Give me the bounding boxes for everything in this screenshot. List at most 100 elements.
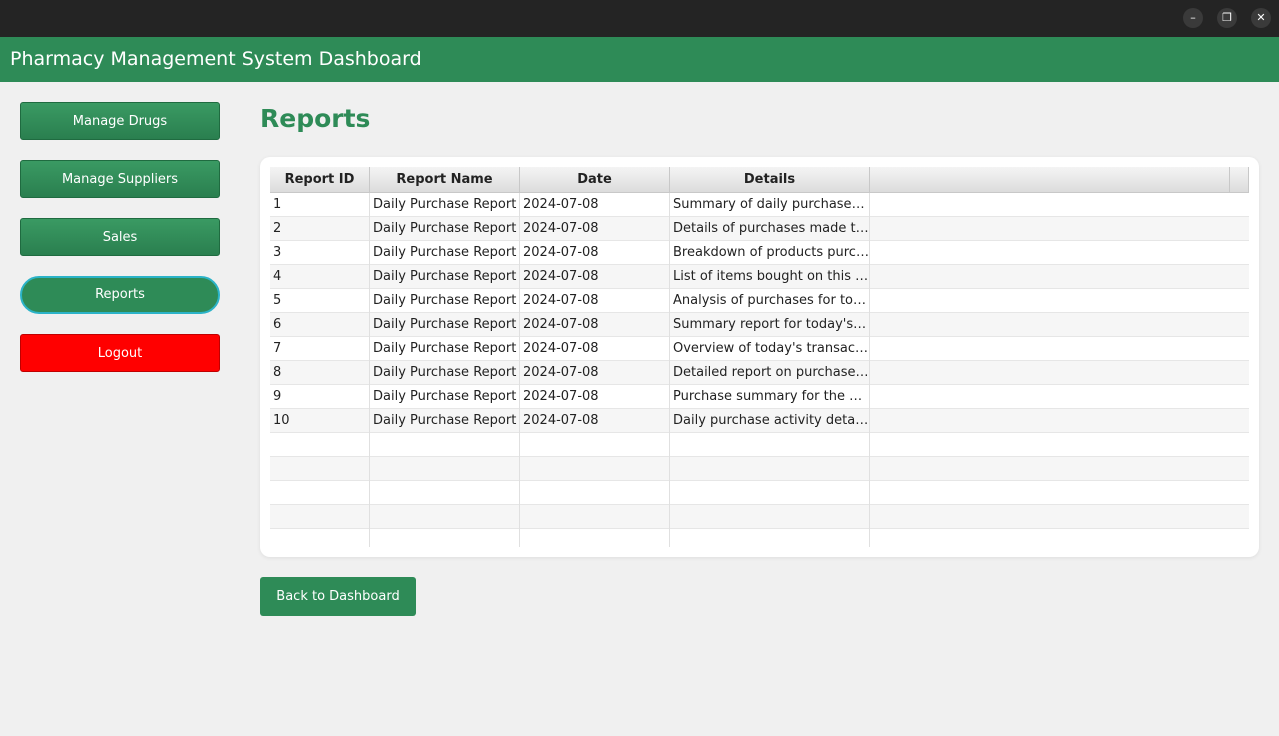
- table-cell: Details of purchases made today: [670, 217, 870, 241]
- empty-table-row: [270, 529, 1249, 547]
- column-header-report-name[interactable]: Report Name: [370, 167, 520, 193]
- window-titlebar: – ❐ ✕: [0, 0, 1279, 37]
- table-cell: 3: [270, 241, 370, 265]
- empty-table-row: [270, 433, 1249, 457]
- table-row[interactable]: 3 Daily Purchase Report 2024-07-08 Breakdow…: [270, 241, 1249, 265]
- table-cell: [520, 505, 670, 529]
- sales-button[interactable]: Sales: [20, 218, 220, 256]
- table-cell: 2024-07-08: [520, 217, 670, 241]
- table-cell-filler: [870, 313, 1230, 337]
- table-cell: Daily Purchase Report: [370, 409, 520, 433]
- table-cell: 5: [270, 289, 370, 313]
- empty-table-row: [270, 457, 1249, 481]
- table-cell: Purchase summary for the current day: [670, 385, 870, 409]
- table-cell: 4: [270, 265, 370, 289]
- table-cell-filler: [870, 265, 1230, 289]
- table-cell: 2024-07-08: [520, 361, 670, 385]
- table-cell: [370, 481, 520, 505]
- table-cell-filler: [870, 361, 1230, 385]
- table-cell-filler: [870, 241, 1230, 265]
- manage-drugs-button[interactable]: Manage Drugs: [20, 102, 220, 140]
- column-header-details[interactable]: Details: [670, 167, 870, 193]
- reports-card: Report ID Report Name Date Details 1 Dail…: [260, 157, 1259, 557]
- table-cell: Overview of today's transactions: [670, 337, 870, 361]
- table-cell: 2024-07-08: [520, 265, 670, 289]
- table-cell-filler: [870, 217, 1230, 241]
- table-cell: Daily Purchase Report: [370, 313, 520, 337]
- table-cell-filler: [870, 433, 1230, 457]
- table-cell-filler: [870, 505, 1230, 529]
- table-cell: Detailed report on purchases made: [670, 361, 870, 385]
- table-cell-filler: [870, 529, 1230, 547]
- table-cell: [670, 505, 870, 529]
- table-cell: [270, 505, 370, 529]
- table-cell: [520, 457, 670, 481]
- table-cell: [670, 433, 870, 457]
- restore-icon[interactable]: ❐: [1217, 8, 1237, 28]
- table-cell: Daily Purchase Report: [370, 193, 520, 217]
- table-cell-filler: [870, 385, 1230, 409]
- table-cell: [270, 529, 370, 547]
- table-cell: Daily Purchase Report: [370, 337, 520, 361]
- table-cell-filler: [870, 409, 1230, 433]
- column-header-date[interactable]: Date: [520, 167, 670, 193]
- table-cell: [670, 457, 870, 481]
- table-cell: [670, 481, 870, 505]
- table-cell: Daily Purchase Report: [370, 361, 520, 385]
- table-cell: 2024-07-08: [520, 241, 670, 265]
- table-row[interactable]: 1 Daily Purchase Report 2024-07-08 Summary …: [270, 193, 1249, 217]
- table-cell-filler: [870, 481, 1230, 505]
- table-cell: 2024-07-08: [520, 289, 670, 313]
- close-icon[interactable]: ✕: [1251, 8, 1271, 28]
- table-body: 1 Daily Purchase Report 2024-07-08 Summary …: [270, 193, 1249, 547]
- table-row[interactable]: 4 Daily Purchase Report 2024-07-08 List of …: [270, 265, 1249, 289]
- table-row[interactable]: 7 Daily Purchase Report 2024-07-08 Overview…: [270, 337, 1249, 361]
- table-cell: [370, 433, 520, 457]
- table-cell: 2024-07-08: [520, 409, 670, 433]
- table-cell: Daily Purchase Report: [370, 241, 520, 265]
- manage-suppliers-button[interactable]: Manage Suppliers: [20, 160, 220, 198]
- table-cell: [520, 529, 670, 547]
- table-cell: [270, 433, 370, 457]
- table-cell: [370, 505, 520, 529]
- table-cell: 7: [270, 337, 370, 361]
- table-row[interactable]: 10 Daily Purchase Report 2024-07-08 Daily p…: [270, 409, 1249, 433]
- back-to-dashboard-button[interactable]: Back to Dashboard: [260, 577, 416, 616]
- table-cell: 2024-07-08: [520, 313, 670, 337]
- table-cell: 6: [270, 313, 370, 337]
- table-cell: Daily Purchase Report: [370, 217, 520, 241]
- app-title: Pharmacy Management System Dashboard: [10, 48, 422, 70]
- table-header: Report ID Report Name Date Details: [270, 167, 1249, 193]
- table-cell: Daily Purchase Report: [370, 265, 520, 289]
- reports-button[interactable]: Reports: [20, 276, 220, 314]
- table-row[interactable]: 5 Daily Purchase Report 2024-07-08 Analysis…: [270, 289, 1249, 313]
- table-cell-filler: [870, 457, 1230, 481]
- table-row[interactable]: 9 Daily Purchase Report 2024-07-08 Purchase…: [270, 385, 1249, 409]
- column-header-corner: [1230, 167, 1249, 193]
- table-cell: Daily Purchase Report: [370, 385, 520, 409]
- logout-button[interactable]: Logout: [20, 334, 220, 372]
- table-row[interactable]: 6 Daily Purchase Report 2024-07-08 Summary …: [270, 313, 1249, 337]
- table-cell: [520, 433, 670, 457]
- empty-table-row: [270, 505, 1249, 529]
- table-cell: 2024-07-08: [520, 385, 670, 409]
- minimize-icon[interactable]: –: [1183, 8, 1203, 28]
- table-cell: [520, 481, 670, 505]
- column-header-report-id[interactable]: Report ID: [270, 167, 370, 193]
- table-cell: [270, 481, 370, 505]
- empty-table-row: [270, 481, 1249, 505]
- table-cell: Breakdown of products purchased: [670, 241, 870, 265]
- table-cell: 2024-07-08: [520, 337, 670, 361]
- table-cell: Summary of daily purchases made: [670, 193, 870, 217]
- table-row[interactable]: 8 Daily Purchase Report 2024-07-08 Detailed…: [270, 361, 1249, 385]
- table-cell: 2: [270, 217, 370, 241]
- table-row[interactable]: 2 Daily Purchase Report 2024-07-08 Details …: [270, 217, 1249, 241]
- table-cell: [270, 457, 370, 481]
- table-cell: [370, 457, 520, 481]
- column-header-filler: [870, 167, 1230, 193]
- app-header: Pharmacy Management System Dashboard: [0, 37, 1279, 82]
- table-cell: 10: [270, 409, 370, 433]
- page-title: Reports: [260, 104, 371, 133]
- table-cell: Daily Purchase Report: [370, 289, 520, 313]
- table-cell: [670, 529, 870, 547]
